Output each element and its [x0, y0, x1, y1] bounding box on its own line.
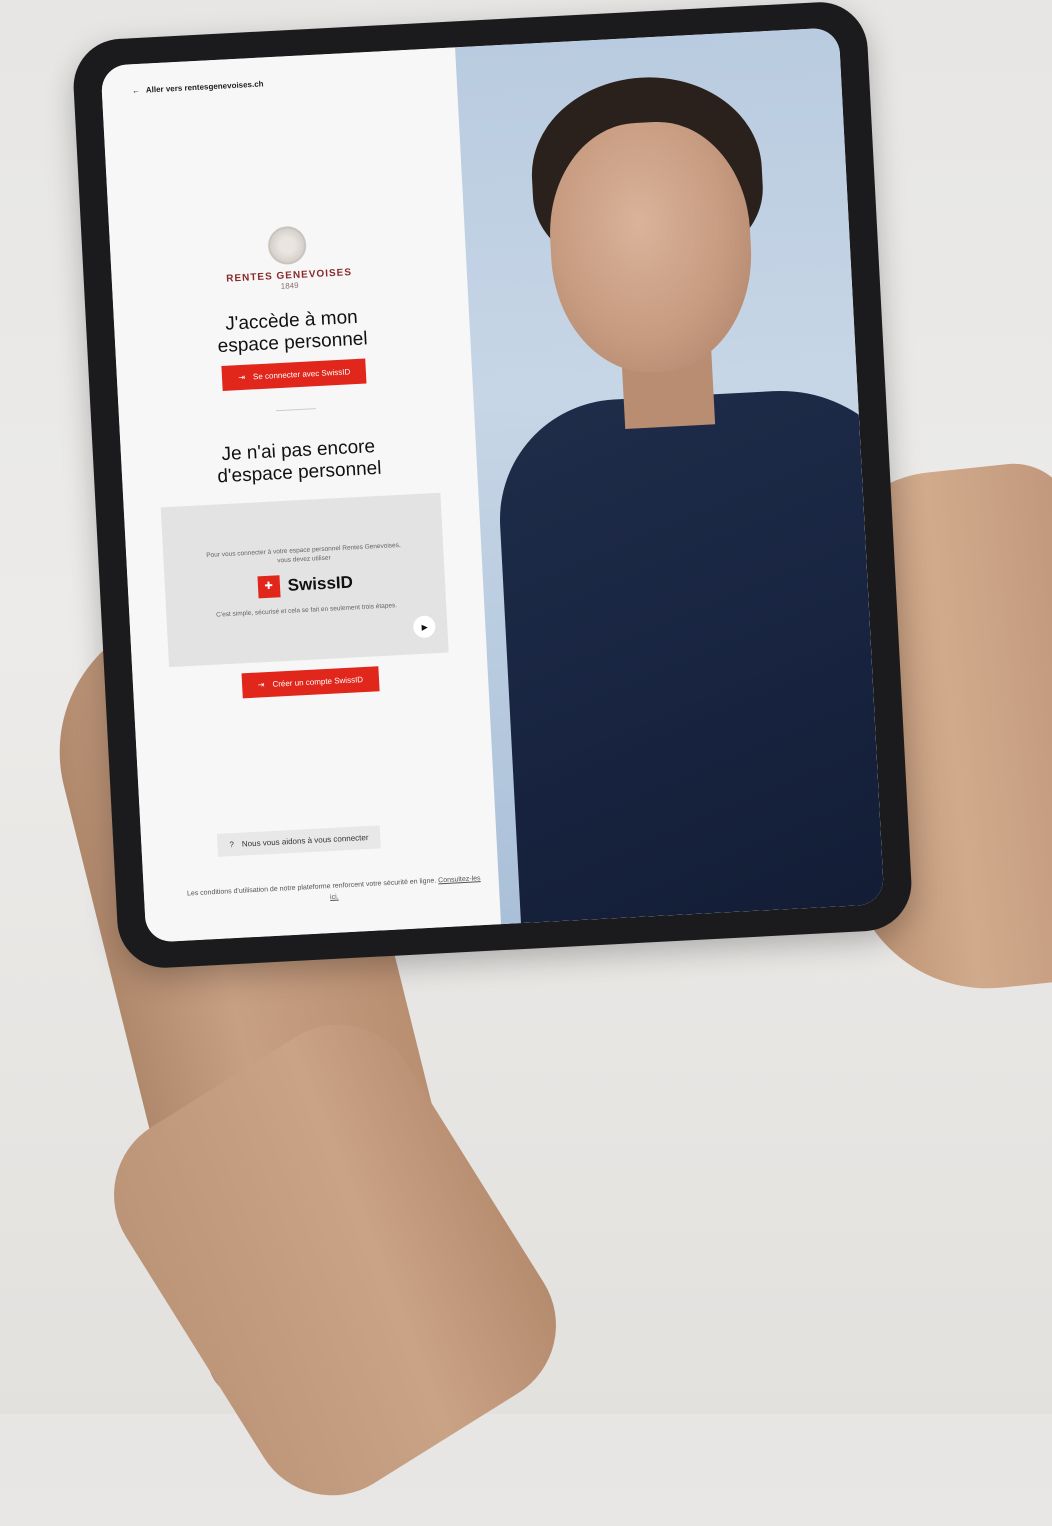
tablet-device: ← Aller vers rentesgenevoises.ch RENTES …: [71, 0, 914, 971]
signup-title: Je n'ai pas encore d'espace personnel: [216, 436, 382, 489]
back-link-label: Aller vers rentesgenevoises.ch: [145, 79, 264, 95]
swissid-info-card[interactable]: Pour vous connecter à votre espace perso…: [161, 492, 450, 668]
back-arrow-icon: ←: [131, 85, 141, 96]
help-button[interactable]: ? Nous vous aidons à vous connecter: [216, 825, 382, 857]
help-label: Nous vous aidons à vous connecter: [241, 832, 369, 849]
terms-text: Les conditions d'utilisation de notre pl…: [186, 877, 437, 898]
back-link[interactable]: ← Aller vers rentesgenevoises.ch: [132, 79, 264, 95]
login-arrow-icon: ⇥: [238, 372, 246, 383]
brand-logo: RENTES GENEVOISES 1849: [224, 223, 353, 294]
card-intro: Pour vous connecter à votre espace perso…: [206, 541, 401, 564]
tablet-screen: ← Aller vers rentesgenevoises.ch RENTES …: [100, 27, 885, 943]
person-shirt: [493, 383, 885, 925]
login-panel: ← Aller vers rentesgenevoises.ch RENTES …: [100, 47, 501, 943]
swissid-logo-icon: ✚: [257, 574, 281, 598]
create-arrow-icon: ⇥: [257, 680, 265, 690]
login-swissid-button[interactable]: ⇥ Se connecter avec SwissID: [221, 358, 367, 391]
swissid-label: SwissID: [287, 571, 354, 595]
login-title: J'accède à mon espace personnel: [216, 306, 368, 358]
section-divider: [276, 408, 317, 412]
login-button-label: Se connecter avec SwissID: [252, 367, 351, 382]
hero-photo: [454, 27, 885, 925]
create-swissid-button[interactable]: ⇥ Créer un compte SwissID: [241, 666, 380, 699]
brand-year: 1849: [280, 280, 299, 291]
create-button-label: Créer un compte SwissID: [272, 675, 364, 689]
terms-notice: Les conditions d'utilisation de notre pl…: [184, 873, 485, 911]
photo-scene: ← Aller vers rentesgenevoises.ch RENTES …: [0, 0, 1052, 1526]
swissid-brand: ✚ SwissID: [257, 571, 353, 598]
play-icon[interactable]: ▶: [413, 615, 437, 639]
card-note: C'est simple, sécurisé et cela se fait e…: [215, 601, 398, 619]
brand-emblem-icon: [267, 225, 308, 266]
help-icon: ?: [229, 840, 235, 850]
